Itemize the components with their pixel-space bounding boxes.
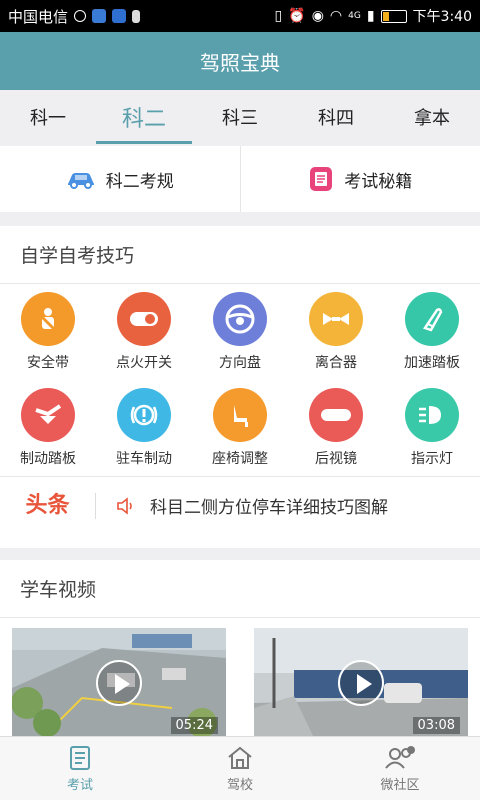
exam-tips-button[interactable]: 考试秘籍 [239,146,480,212]
exam-rules-label: 科二考规 [105,171,174,192]
page-title: 驾照宝典 [200,50,280,75]
skill-item-accelerator[interactable]: 加速踏板 [384,284,480,380]
tab-ke-er[interactable]: 科二 [96,90,192,144]
document-icon [310,167,333,191]
video-duration: 03:08 [412,717,460,734]
carrier-label: 中国电信 [8,7,69,26]
skill-item-seat-adjust[interactable]: 座椅调整 [192,380,288,476]
skill-item-seatbelt[interactable]: 安全带 [0,284,96,380]
tab-ke-san[interactable]: 科三 [192,90,288,144]
parking-brake-icon [117,388,171,442]
steering-wheel-icon [213,292,267,346]
nav-exam-label: 考试 [66,777,93,793]
video-thumbnail[interactable]: 05:24 [12,628,226,738]
clutch-icon [309,292,363,346]
skills-grid: 安全带 点火开关 方向盘 离合器 加速踏板 制动踏板 驻车制动 座椅调整 后视镜… [0,284,480,476]
speaker-icon [117,496,132,515]
nav-community-label: 微社区 [380,777,420,793]
alarm-icon: ⏰ [288,8,306,24]
sync-icon [74,10,87,22]
skill-item-indicator-light[interactable]: 指示灯 [384,380,480,476]
vibrate-icon: ▯ [274,8,283,24]
community-icon [385,745,415,769]
video-list: 05:24 03:08 [0,618,480,738]
skill-item-clutch[interactable]: 离合器 [288,284,384,380]
indicator-light-icon [405,388,459,442]
quick-links: 科二考规 考试秘籍 [0,146,480,212]
headline-tag: 头条 [0,492,96,519]
wifi-icon: ◠ [329,8,343,24]
subject-tabs: 科一 科二 科三 科四 拿本 [0,90,480,144]
bottom-navigation: 考试 驾校 微社区 [0,736,480,800]
tab-ke-yi[interactable]: 科一 [0,90,96,144]
app-title-bar: 驾照宝典 [0,32,480,90]
skill-item-brake[interactable]: 制动踏板 [0,380,96,476]
rearview-mirror-icon [309,388,363,442]
seatbelt-icon [21,292,75,346]
skills-title: 自学自考技巧 [0,226,480,284]
shield-notification-icon [112,9,127,23]
app-notification-icon [92,9,107,23]
skill-item-parking-brake[interactable]: 驻车制动 [96,380,192,476]
play-icon[interactable] [338,660,384,706]
play-icon[interactable] [96,660,142,706]
exam-icon [70,745,90,770]
brake-pedal-icon [21,388,75,442]
videos-title: 学车视频 [0,560,480,618]
video-duration: 05:24 [170,717,218,734]
nav-community[interactable]: 微社区 [320,737,480,800]
ignition-switch-icon [117,292,171,346]
exam-tips-label: 考试秘籍 [344,171,413,192]
car-icon [67,173,94,189]
video-thumbnail[interactable]: 03:08 [254,628,468,738]
accelerator-pedal-icon [405,292,459,346]
headline-text: 科目二侧方位停车详细技巧图解 [150,498,388,518]
eye-icon: ◉ [311,8,324,24]
signal-icon: ▮ [366,8,375,24]
videos-section: 学车视频 05:24 03:08 [0,560,480,738]
download-icon [132,9,141,23]
nav-driving-school-label: 驾校 [226,777,253,793]
skills-section: 自学自考技巧 安全带 点火开关 方向盘 离合器 加速踏板 制动踏板 驻车制动 座… [0,226,480,548]
skill-item-steering-wheel[interactable]: 方向盘 [192,284,288,380]
skill-item-rearview-mirror[interactable]: 后视镜 [288,380,384,476]
clock: 下午3:40 [412,9,472,25]
tab-na-ben[interactable]: 拿本 [384,90,480,144]
seat-adjust-icon [213,388,267,442]
exam-rules-button[interactable]: 科二考规 [0,146,240,212]
tab-ke-si[interactable]: 科四 [288,90,384,144]
nav-exam[interactable]: 考试 [0,737,160,800]
headline-news[interactable]: 头条 科目二侧方位停车详细技巧图解 [0,476,480,534]
network-label: 4G [348,11,361,21]
home-icon [228,746,252,769]
skill-item-ignition[interactable]: 点火开关 [96,284,192,380]
nav-driving-school[interactable]: 驾校 [160,737,320,800]
battery-icon [380,9,407,23]
status-bar: 中国电信 ▯ ⏰ ◉ ◠ 4G ▮ 下午3:40 [0,0,480,32]
